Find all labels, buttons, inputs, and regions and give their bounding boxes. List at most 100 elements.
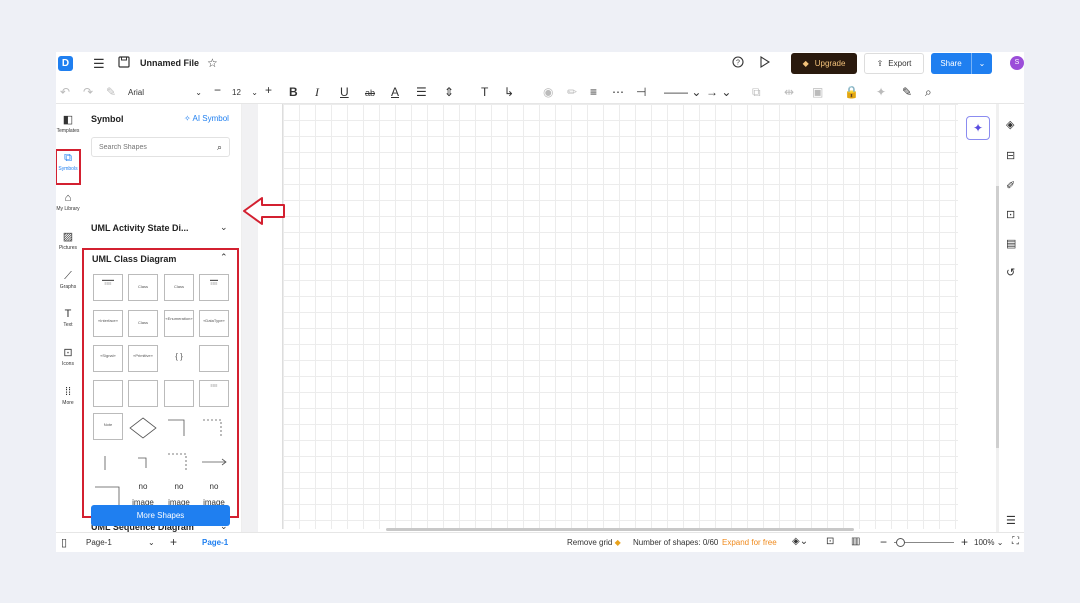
expand-link[interactable]: Expand for free [722, 538, 777, 547]
find-replace-icon[interactable]: ⌕ [925, 85, 932, 99]
increase-font-icon[interactable]: + [265, 83, 272, 97]
shape-enumeration[interactable]: «Enumeration» [164, 310, 194, 337]
drawing-canvas[interactable] [282, 104, 958, 529]
fill-icon[interactable]: ◉ [543, 85, 553, 99]
shape-note[interactable]: Note [93, 413, 123, 440]
section-uml-class[interactable]: UML Class Diagram [92, 254, 176, 264]
line-spacing-icon[interactable]: ⇕ [444, 85, 454, 99]
notes-icon[interactable]: ▤ [1006, 237, 1016, 250]
save-file-icon[interactable] [118, 56, 130, 71]
shape-connector-corner[interactable] [93, 447, 123, 474]
shape-class-members[interactable]: ▬▬ ≡≡≡ [199, 274, 229, 301]
fill-style-icon[interactable]: ◈ [1006, 118, 1014, 131]
fit-page-icon[interactable]: ⊡ [826, 536, 834, 547]
shape-class-attributes[interactable]: ▬▬▬ ≡≡≡ [93, 274, 123, 301]
add-page-icon[interactable]: + [170, 535, 177, 549]
tab-page-1[interactable]: Page-1 [202, 538, 228, 547]
upgrade-button[interactable]: ◆ Upgrade [791, 53, 857, 74]
page-setup-icon[interactable]: ⊟ [1006, 149, 1015, 162]
section-uml-activity[interactable]: UML Activity State Di... [91, 223, 189, 233]
rail-item-templates[interactable]: ◧ Templates [56, 112, 80, 144]
shape-diamond[interactable] [128, 413, 158, 440]
shape-primitive[interactable]: «Primitive» [128, 345, 158, 372]
arrange-icon[interactable]: ⧉ [752, 85, 761, 99]
shape-connector-dashed[interactable] [199, 413, 229, 440]
zoom-out-icon[interactable]: − [880, 535, 887, 549]
search-icon[interactable]: ⌕ [217, 142, 222, 153]
rail-item-graphs[interactable]: ⟋ Graphs [56, 268, 80, 300]
zoom-level[interactable]: 100% ⌄ [974, 538, 1003, 547]
ai-symbol-button[interactable]: ✧ AI Symbol [184, 114, 229, 123]
history-icon[interactable]: ↺ [1006, 266, 1015, 279]
ai-assistant-icon[interactable]: ✦ [966, 116, 990, 140]
underline-icon[interactable]: U [340, 85, 349, 99]
play-icon[interactable] [759, 56, 771, 71]
menu-icon[interactable]: ☰ [93, 57, 105, 71]
zoom-slider-handle[interactable] [896, 538, 905, 547]
chevron-up-icon[interactable]: ⌃ [220, 252, 228, 263]
page-select[interactable]: Page-1 [86, 538, 112, 547]
shape-interface[interactable]: «Interface» [93, 310, 123, 337]
shape-class-stacked[interactable]: Class [128, 310, 158, 337]
font-family-select[interactable]: Arial ⌄ [128, 85, 202, 99]
shape-package-3[interactable] [128, 380, 158, 407]
line-color-icon[interactable]: ✏ [567, 85, 577, 99]
replace-shape-icon[interactable]: ▣ [812, 85, 823, 99]
star-icon[interactable]: ☆ [207, 56, 218, 70]
shape-constraint[interactable]: { } [164, 345, 194, 372]
font-color-icon[interactable]: A [391, 85, 399, 99]
zoom-in-icon[interactable]: + [961, 535, 968, 549]
rail-item-pictures[interactable]: ▨ Pictures [56, 229, 80, 261]
shape-connector-dashed-2[interactable] [164, 447, 194, 474]
text-tool-icon[interactable]: T [481, 85, 488, 99]
shape-datatype[interactable]: «DataType» [199, 310, 229, 337]
rail-item-icons[interactable]: ⊡ Icons [56, 345, 80, 377]
theme-icon[interactable]: ✐ [1006, 179, 1015, 192]
layers-icon[interactable]: ◈⌄ [792, 536, 808, 547]
shape-class[interactable]: Class [128, 274, 158, 301]
file-name[interactable]: Unnamed File [140, 58, 199, 68]
shape-arrow-line[interactable] [199, 447, 229, 474]
horizontal-scrollbar[interactable] [386, 528, 854, 531]
chevron-down-icon[interactable]: ⌄ [220, 222, 228, 233]
edit-shape-icon[interactable]: ✎ [902, 85, 912, 99]
book-view-icon[interactable]: ▥ [851, 536, 860, 547]
shape-connector-elbow[interactable] [164, 413, 194, 440]
layers-panel-icon[interactable]: ☰ [1006, 514, 1016, 527]
share-button[interactable]: Share ⌄ [931, 53, 992, 74]
shape-table[interactable]: ≡≡≡ [199, 380, 229, 407]
italic-icon[interactable]: I [315, 85, 319, 99]
search-shapes-input[interactable] [91, 137, 230, 157]
chevron-down-icon[interactable]: ⌄ [972, 59, 992, 68]
line-weight-icon[interactable]: ≡ [590, 85, 597, 99]
arrow-style-icon[interactable]: ⊣ [636, 85, 646, 99]
strikethrough-icon[interactable]: ab [365, 86, 375, 100]
rail-item-symbols[interactable]: ⧉ Symbols [56, 149, 81, 185]
help-icon[interactable]: ? [732, 56, 744, 71]
export-button[interactable]: ⇪ Export [864, 53, 924, 74]
bold-icon[interactable]: B [289, 85, 298, 99]
more-shapes-button[interactable]: More Shapes [91, 505, 230, 526]
shape-class-2[interactable]: Class [164, 274, 194, 301]
font-size-select[interactable]: 12 ⌄ [232, 85, 258, 99]
shape-signal[interactable]: «Signal» [93, 345, 123, 372]
avatar[interactable]: S [1010, 56, 1024, 70]
undo-icon[interactable]: ↶ [60, 85, 70, 99]
format-painter-icon[interactable]: ✎ [106, 85, 116, 99]
line-style-select[interactable]: —— ⌄ [664, 85, 701, 99]
presentation-icon[interactable]: ⊡ [1006, 208, 1015, 221]
chevron-down-icon[interactable]: ⌄ [148, 538, 155, 547]
shape-package-2[interactable] [93, 380, 123, 407]
rail-item-library[interactable]: ⌂ My Library [56, 190, 80, 222]
remove-grid-button[interactable]: Remove grid ◆ [567, 538, 621, 547]
rail-item-text[interactable]: T Text [56, 306, 80, 338]
redo-icon[interactable]: ↷ [83, 85, 93, 99]
shape-package[interactable] [199, 345, 229, 372]
app-logo-icon[interactable]: D [58, 56, 73, 71]
shape-folder[interactable] [164, 380, 194, 407]
dash-style-icon[interactable]: ⋯ [612, 85, 624, 99]
decrease-font-icon[interactable]: − [214, 83, 221, 97]
connector-icon[interactable]: ↳ [504, 85, 514, 99]
flip-icon[interactable]: ⇹ [784, 85, 794, 99]
page-list-icon[interactable]: ▯ [61, 536, 67, 549]
